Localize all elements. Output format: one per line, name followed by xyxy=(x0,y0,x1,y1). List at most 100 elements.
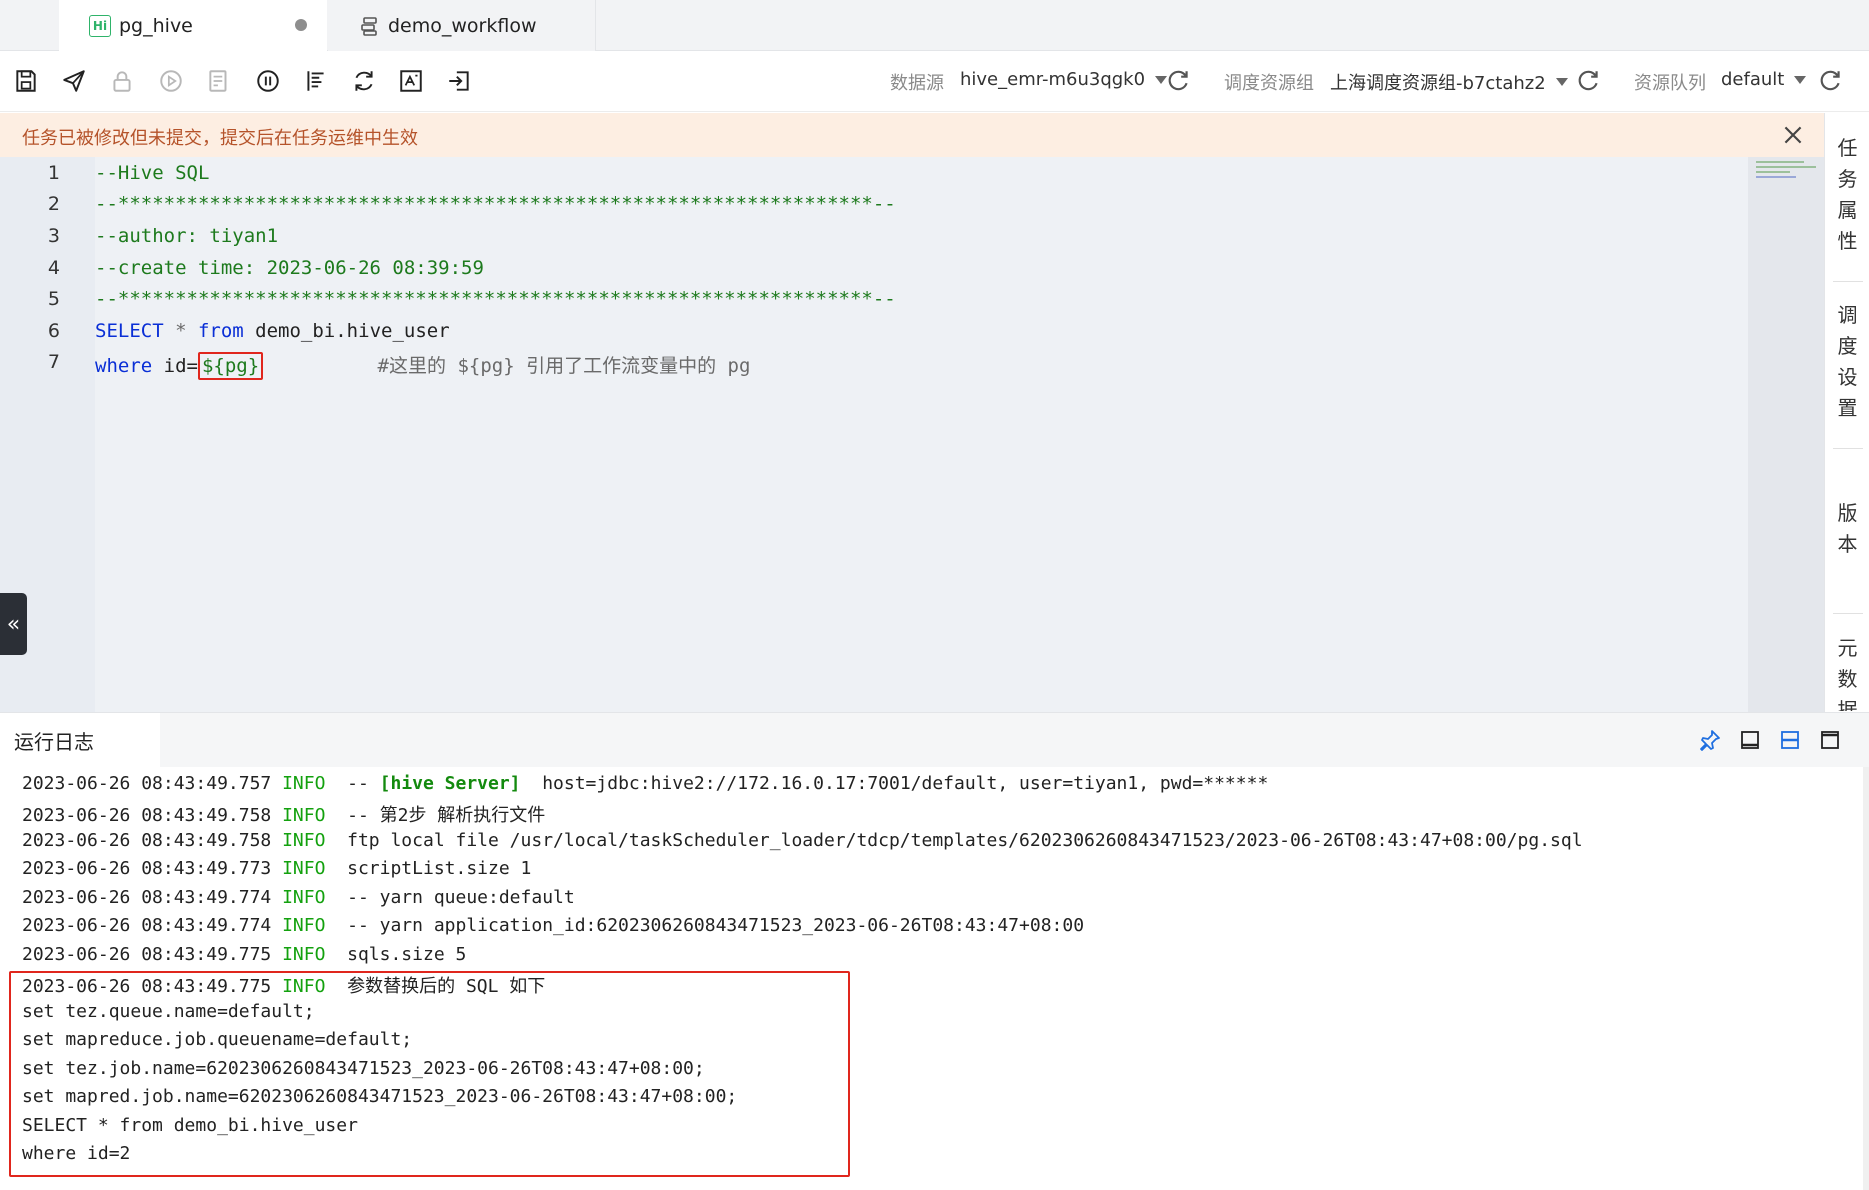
datasource-refresh-icon[interactable] xyxy=(1163,65,1195,97)
resource-group-label: 调度资源组 xyxy=(1224,73,1314,94)
tab-label: pg_hive xyxy=(119,14,193,37)
resource-group-value: 上海调度资源组-b7ctahz2 xyxy=(1330,73,1546,94)
line-number: 2 xyxy=(47,193,60,215)
log-timestamp: 2023-06-26 08:43:49.758 xyxy=(22,830,272,851)
sql-star: * xyxy=(163,320,198,342)
line-number: 6 xyxy=(47,320,60,342)
run-icon[interactable] xyxy=(155,65,187,97)
maximize-panel-icon[interactable] xyxy=(1818,728,1842,752)
log-title[interactable]: 运行日志 xyxy=(0,713,160,768)
unsaved-dot-icon[interactable] xyxy=(295,19,307,31)
code-line: --**************************************… xyxy=(95,288,896,310)
code-line: --**************************************… xyxy=(95,193,896,215)
minimize-panel-icon[interactable] xyxy=(1738,728,1762,752)
resource-group-select[interactable]: 上海调度资源组-b7ctahz2 xyxy=(1330,69,1568,95)
toolbar: 数据源 hive_emr-m6u3qgk0 调度资源组 上海调度资源组-b7ct… xyxy=(0,51,1869,112)
log-level: INFO xyxy=(282,944,326,965)
line-number: 4 xyxy=(47,257,60,279)
log-message: host=jdbc:hive2://172.16.0.17:7001/defau… xyxy=(520,773,1269,794)
log-level: INFO xyxy=(282,915,326,936)
replaced-sql-highlight-box xyxy=(9,971,850,1177)
log-timestamp: 2023-06-26 08:43:49.774 xyxy=(22,887,272,908)
log-level: INFO xyxy=(282,830,326,851)
half-panel-icon[interactable] xyxy=(1778,728,1802,752)
format-icon[interactable] xyxy=(300,65,332,97)
code-line: SELECT * from demo_bi.hive_user xyxy=(95,320,450,342)
queue-label: 资源队列 xyxy=(1634,73,1706,94)
sql-keyword: where xyxy=(95,355,153,377)
side-tab-schedule-settings[interactable]: 调度设置 xyxy=(1825,300,1869,424)
refresh-icon[interactable] xyxy=(348,65,380,97)
queue-select[interactable]: default xyxy=(1721,69,1807,90)
line-number: 1 xyxy=(47,162,60,184)
log-timestamp: 2023-06-26 08:43:49.758 xyxy=(22,805,272,826)
submit-icon[interactable] xyxy=(58,65,90,97)
sql-keyword: SELECT xyxy=(95,320,164,342)
log-timestamp: 2023-06-26 08:43:49.757 xyxy=(22,773,272,794)
line-number: 5 xyxy=(47,288,60,310)
line-number: 3 xyxy=(47,225,60,247)
sql-comment: #这里的 ${pg} 引用了工作流变量中的 pg xyxy=(263,355,751,377)
preview-icon[interactable] xyxy=(395,65,427,97)
log-line: 2023-06-26 08:43:49.773 INFO scriptList.… xyxy=(22,858,531,879)
hive-file-icon: Hi xyxy=(89,14,111,37)
code-line: --create time: 2023-06-26 08:39:59 xyxy=(95,257,484,279)
code-area[interactable]: --Hive SQL --***************************… xyxy=(95,157,1748,712)
log-panel-header: 运行日志 xyxy=(0,712,1869,768)
chevron-down-icon xyxy=(1794,75,1807,84)
log-line: 2023-06-26 08:43:49.775 INFO sqls.size 5 xyxy=(22,944,466,965)
log-output: 2023-06-26 08:43:49.757 INFO -- [hive Se… xyxy=(0,767,1869,1190)
log-server-tag: [hive Server] xyxy=(379,773,521,794)
datasource-label: 数据源 xyxy=(890,73,944,94)
save-icon[interactable] xyxy=(10,65,42,97)
sql-table: demo_bi.hive_user xyxy=(243,320,450,342)
collapse-panel-button[interactable]: « xyxy=(0,593,27,655)
log-line: 2023-06-26 08:43:49.774 INFO -- yarn app… xyxy=(22,915,1084,936)
code-line: where id= ${pg} #这里的 ${pg} 引用了工作流变量中的 pg xyxy=(95,351,751,380)
sql-editor[interactable]: 1 2 3 4 5 6 7 --Hive SQL --*************… xyxy=(0,157,1824,712)
side-tab-metadata[interactable]: 元数据 xyxy=(1825,633,1869,711)
datasource-select[interactable]: hive_emr-m6u3qgk0 xyxy=(960,69,1168,90)
log-timestamp: 2023-06-26 08:43:49.775 xyxy=(22,944,272,965)
run-with-params-icon[interactable] xyxy=(203,65,235,97)
divider xyxy=(1833,281,1863,282)
right-side-panel: 任务属性 调度设置 版本 元数据 xyxy=(1824,113,1869,712)
log-message: -- 第2步 解析执行文件 xyxy=(325,805,546,826)
close-icon[interactable] xyxy=(1780,122,1806,148)
log-timestamp: 2023-06-26 08:43:49.773 xyxy=(22,858,272,879)
pause-icon[interactable] xyxy=(252,65,284,97)
lock-icon[interactable] xyxy=(106,65,138,97)
log-line: 2023-06-26 08:43:49.757 INFO -- [hive Se… xyxy=(22,773,1268,794)
line-number: 7 xyxy=(47,351,60,373)
workflow-icon xyxy=(360,16,380,36)
log-message: -- xyxy=(325,773,380,794)
banner-text: 任务已被修改但未提交，提交后在任务运维中生效 xyxy=(22,128,418,149)
log-message: -- yarn queue:default xyxy=(325,887,575,908)
code-minimap[interactable] xyxy=(1748,157,1824,712)
log-line: 2023-06-26 08:43:49.758 INFO ftp local f… xyxy=(22,830,1583,851)
log-line: 2023-06-26 08:43:49.758 INFO -- 第2步 解析执行… xyxy=(22,801,545,827)
log-timestamp: 2023-06-26 08:43:49.774 xyxy=(22,915,272,936)
resource-group-refresh-icon[interactable] xyxy=(1573,65,1605,97)
tab-pg-hive[interactable]: Hi pg_hive xyxy=(59,0,327,51)
tab-label: demo_workflow xyxy=(388,14,537,37)
pin-icon[interactable] xyxy=(1698,728,1722,752)
sql-keyword: from xyxy=(197,320,244,342)
log-message: -- yarn application_id:62023062608434715… xyxy=(325,915,1085,936)
code-line: --author: tiyan1 xyxy=(95,225,279,247)
log-level: INFO xyxy=(282,858,326,879)
double-chevron-left-icon: « xyxy=(6,611,21,637)
workflow-variable-highlight: ${pg} xyxy=(197,352,264,380)
log-message: ftp local file /usr/local/taskScheduler_… xyxy=(325,830,1583,851)
tab-demo-workflow[interactable]: demo_workflow xyxy=(328,0,596,51)
log-message: sqls.size 5 xyxy=(325,944,467,965)
exit-icon[interactable] xyxy=(443,65,475,97)
log-level: INFO xyxy=(282,805,326,826)
side-tab-task-properties[interactable]: 任务属性 xyxy=(1825,133,1869,257)
side-tab-version[interactable]: 版本 xyxy=(1825,498,1869,560)
log-line: 2023-06-26 08:43:49.774 INFO -- yarn que… xyxy=(22,887,575,908)
queue-refresh-icon[interactable] xyxy=(1815,65,1847,97)
log-scrollbar[interactable] xyxy=(1863,767,1869,1190)
datasource-value: hive_emr-m6u3qgk0 xyxy=(960,69,1146,90)
divider xyxy=(1833,448,1863,449)
